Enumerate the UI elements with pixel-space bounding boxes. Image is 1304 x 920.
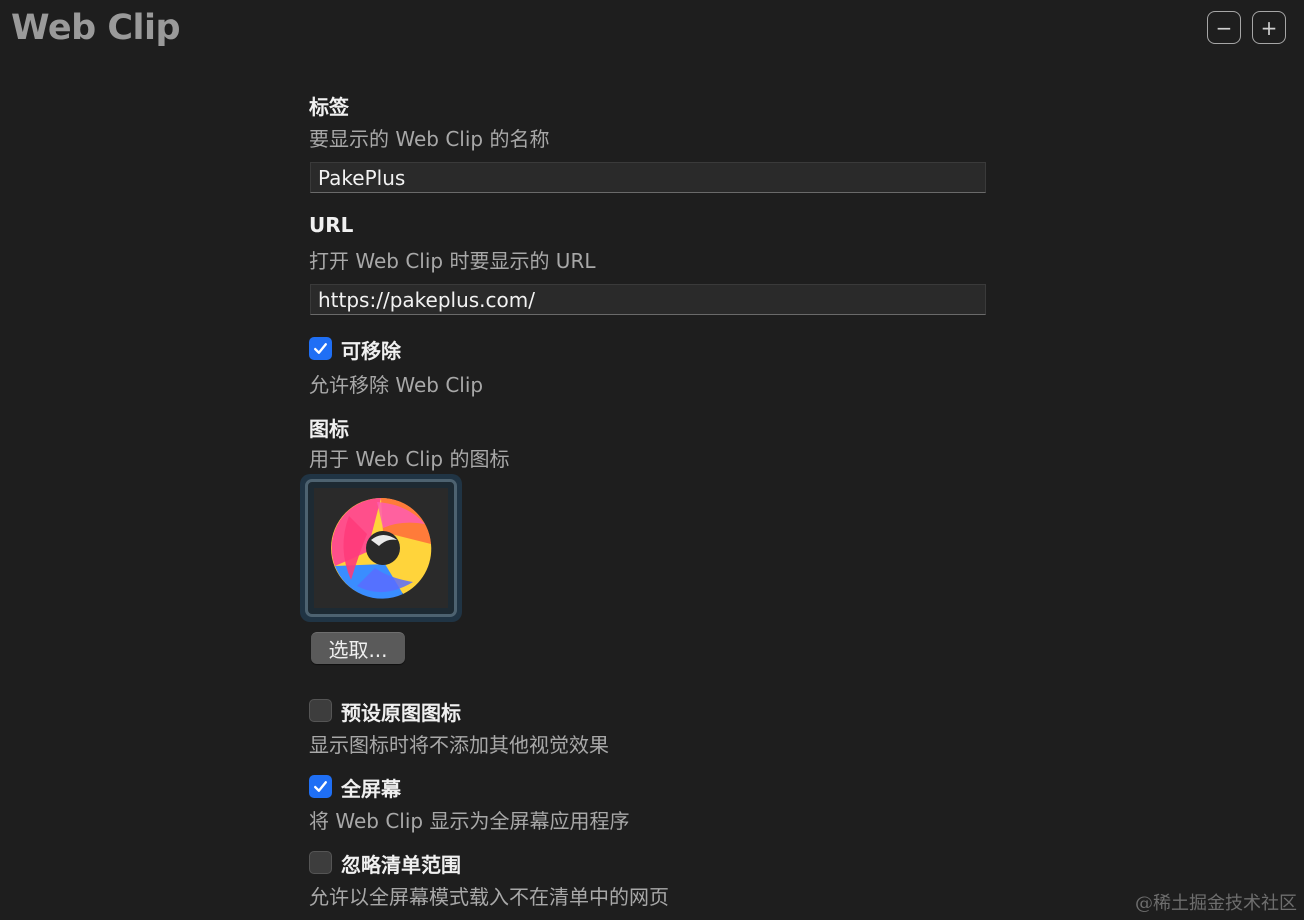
page-title: Web Clip [11, 8, 181, 48]
removable-description: 允许移除 Web Clip [309, 373, 484, 397]
removable-label: 可移除 [341, 339, 401, 363]
watermark: @稀土掘金技术社区 [1135, 893, 1297, 914]
checkmark-icon [314, 781, 327, 792]
add-payload-button[interactable]: + [1252, 11, 1286, 44]
icon-image-well[interactable] [300, 474, 462, 622]
ignore-manifest-label: 忽略清单范围 [341, 853, 461, 877]
checkmark-icon [314, 343, 327, 354]
choose-icon-button[interactable]: 选取... [311, 632, 405, 664]
precomposed-label: 预设原图图标 [341, 701, 461, 725]
url-title: URL [309, 213, 354, 237]
ignore-manifest-checkbox[interactable] [309, 851, 332, 874]
precomposed-description: 显示图标时将不添加其他视觉效果 [309, 733, 609, 757]
removable-checkbox[interactable] [309, 337, 332, 360]
precomposed-checkbox[interactable] [309, 699, 332, 722]
remove-payload-button[interactable]: − [1207, 11, 1241, 44]
icon-description: 用于 Web Clip 的图标 [309, 447, 510, 471]
label-title: 标签 [309, 95, 349, 119]
ignore-manifest-description: 允许以全屏幕模式载入不在清单中的网页 [309, 885, 669, 909]
pakeplus-logo-icon [331, 497, 432, 599]
url-description: 打开 Web Clip 时要显示的 URL [309, 249, 596, 273]
fullscreen-checkbox[interactable] [309, 775, 332, 798]
fullscreen-label: 全屏幕 [341, 777, 401, 801]
fullscreen-description: 将 Web Clip 显示为全屏幕应用程序 [309, 809, 630, 833]
url-input[interactable] [310, 284, 986, 315]
icon-title: 图标 [309, 417, 349, 441]
label-description: 要显示的 Web Clip 的名称 [309, 127, 550, 151]
label-input[interactable] [310, 162, 986, 193]
